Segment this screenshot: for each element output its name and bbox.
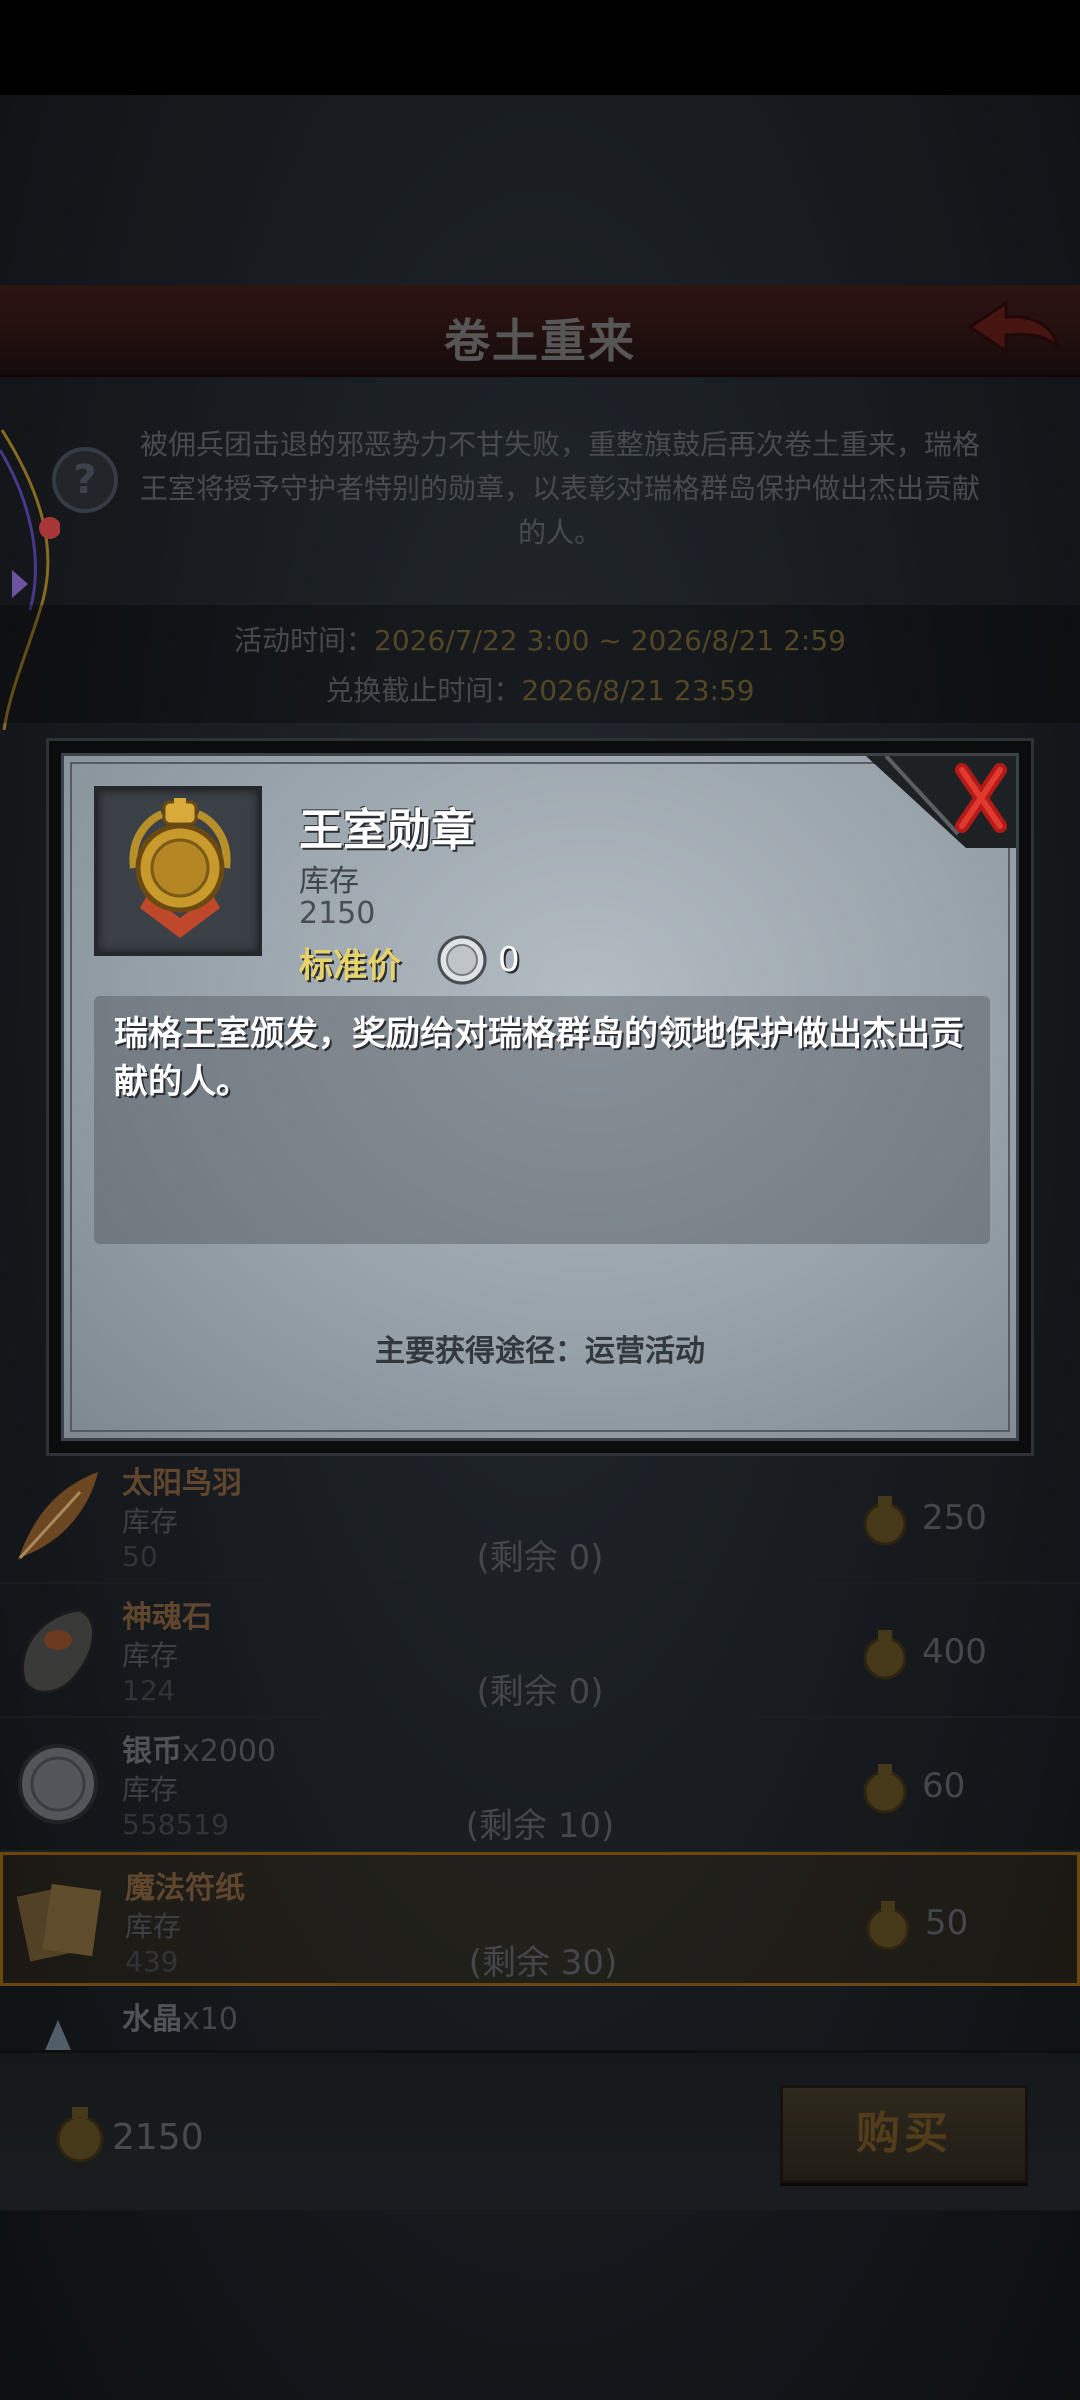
item-icon-frame — [94, 786, 262, 956]
stock-value: 2150 — [299, 896, 376, 931]
close-x-icon[interactable] — [866, 756, 1016, 848]
silver-coin-icon — [437, 935, 487, 985]
dialog-panel: 王室勋章 库存 2150 标准价 0 瑞格王室颁发，奖励给对瑞格群岛的领地保护做… — [61, 753, 1019, 1441]
royal-medal-icon — [129, 798, 231, 938]
item-description-box: 瑞格王室颁发，奖励给对瑞格群岛的领地保护做出杰出贡献的人。 — [94, 996, 990, 1244]
screen: 卷土重来 ? 被佣兵团击退的邪恶势力不甘失败，重整旗鼓后再次卷土重来，瑞格王室将… — [0, 0, 1080, 2400]
standard-price-label: 标准价 — [299, 946, 401, 986]
item-description: 瑞格王室颁发，奖励给对瑞格群岛的领地保护做出杰出贡献的人。 — [114, 1014, 964, 1102]
item-source: 主要获得途径：运营活动 — [375, 1334, 705, 1369]
stock-label: 库存 — [299, 864, 359, 899]
item-name-title: 王室勋章 — [299, 805, 475, 856]
standard-price-value: 0 — [498, 940, 520, 980]
item-detail-dialog: 王室勋章 库存 2150 标准价 0 瑞格王室颁发，奖励给对瑞格群岛的领地保护做… — [46, 738, 1034, 1456]
